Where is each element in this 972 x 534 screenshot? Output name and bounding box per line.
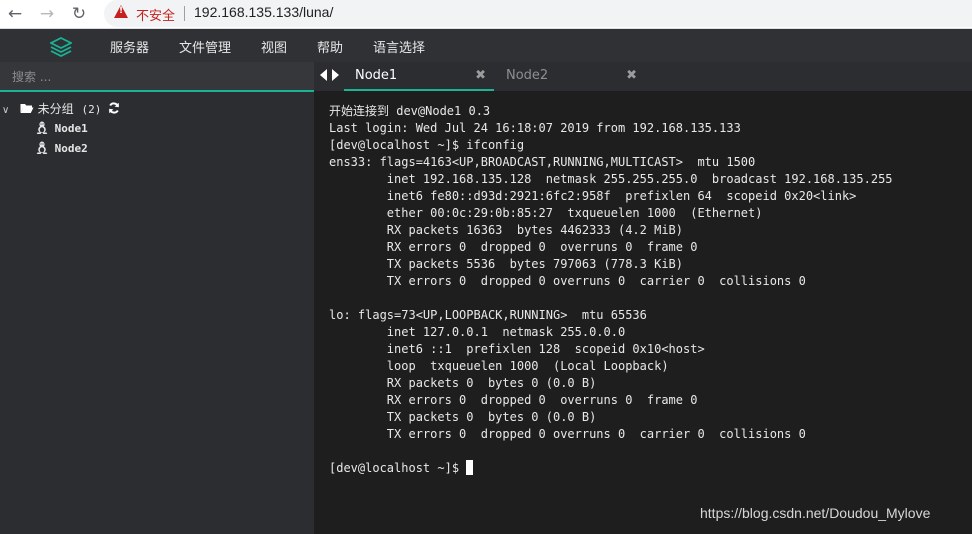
tab-label: Node2 bbox=[506, 68, 549, 83]
linux-icon bbox=[36, 141, 48, 154]
tree-node-node1[interactable]: Node1 bbox=[36, 121, 88, 135]
menu-help[interactable]: 帮助 bbox=[317, 37, 343, 56]
group-count: (2) bbox=[81, 103, 102, 116]
browser-toolbar: ← → ↻ 不安全 192.168.135.133/luna/ bbox=[0, 0, 972, 29]
tree-group-ungrouped[interactable]: ∨ 未分组 (2) bbox=[2, 100, 120, 117]
reload-icon[interactable]: ↻ bbox=[68, 3, 90, 25]
terminal-cursor bbox=[466, 460, 474, 475]
warning-icon[interactable] bbox=[114, 5, 128, 18]
app-menubar: 服务器 文件管理 视图 帮助 语言选择 bbox=[0, 29, 972, 62]
close-icon[interactable]: ✖ bbox=[626, 68, 637, 83]
node-label: Node1 bbox=[54, 122, 88, 135]
session-tabbar: Node1 ✖ Node2 ✖ bbox=[314, 62, 972, 91]
menu-language[interactable]: 语言选择 bbox=[373, 37, 425, 56]
back-icon[interactable]: ← bbox=[4, 3, 26, 25]
menu-view[interactable]: 视图 bbox=[261, 37, 287, 56]
terminal-output-text: 开始连接到 dev@Node1 0.3 Last login: Wed Jul … bbox=[329, 104, 893, 441]
close-icon[interactable]: ✖ bbox=[475, 68, 486, 83]
terminal-prompt: [dev@localhost ~]$ bbox=[329, 461, 467, 475]
node-label: Node2 bbox=[54, 142, 88, 155]
tree-node-node2[interactable]: Node2 bbox=[36, 141, 88, 155]
tab-node1[interactable]: Node1 ✖ bbox=[344, 62, 494, 91]
folder-open-icon bbox=[20, 104, 34, 113]
tab-node2[interactable]: Node2 ✖ bbox=[495, 62, 645, 91]
linux-icon bbox=[36, 121, 48, 134]
chevron-down-icon[interactable]: ∨ bbox=[2, 105, 16, 116]
forward-icon[interactable]: → bbox=[36, 3, 58, 25]
address-bar[interactable]: 不安全 192.168.135.133/luna/ bbox=[104, 0, 972, 27]
menu-server[interactable]: 服务器 bbox=[110, 37, 149, 56]
watermark: https://blog.csdn.net/Doudou_Mylove bbox=[700, 505, 931, 521]
tab-scroll-right-icon[interactable] bbox=[332, 69, 339, 81]
asset-sidebar: ∨ 未分组 (2) Node1 Nod bbox=[0, 62, 314, 534]
terminal-output[interactable]: 开始连接到 dev@Node1 0.3 Last login: Wed Jul … bbox=[329, 103, 893, 477]
search-input[interactable] bbox=[10, 67, 304, 87]
tab-scroll-left-icon[interactable] bbox=[320, 69, 327, 81]
tab-label: Node1 bbox=[355, 68, 398, 83]
security-status[interactable]: 不安全 bbox=[136, 5, 175, 24]
address-divider bbox=[184, 6, 185, 21]
terminal-pane[interactable]: 开始连接到 dev@Node1 0.3 Last login: Wed Jul … bbox=[314, 91, 972, 534]
menu-file-manager[interactable]: 文件管理 bbox=[179, 37, 231, 56]
app-logo-icon[interactable] bbox=[50, 37, 72, 57]
refresh-icon[interactable] bbox=[108, 102, 120, 114]
search-box bbox=[0, 62, 314, 92]
group-label: 未分组 bbox=[37, 102, 74, 116]
url-text[interactable]: 192.168.135.133/luna/ bbox=[194, 4, 333, 20]
